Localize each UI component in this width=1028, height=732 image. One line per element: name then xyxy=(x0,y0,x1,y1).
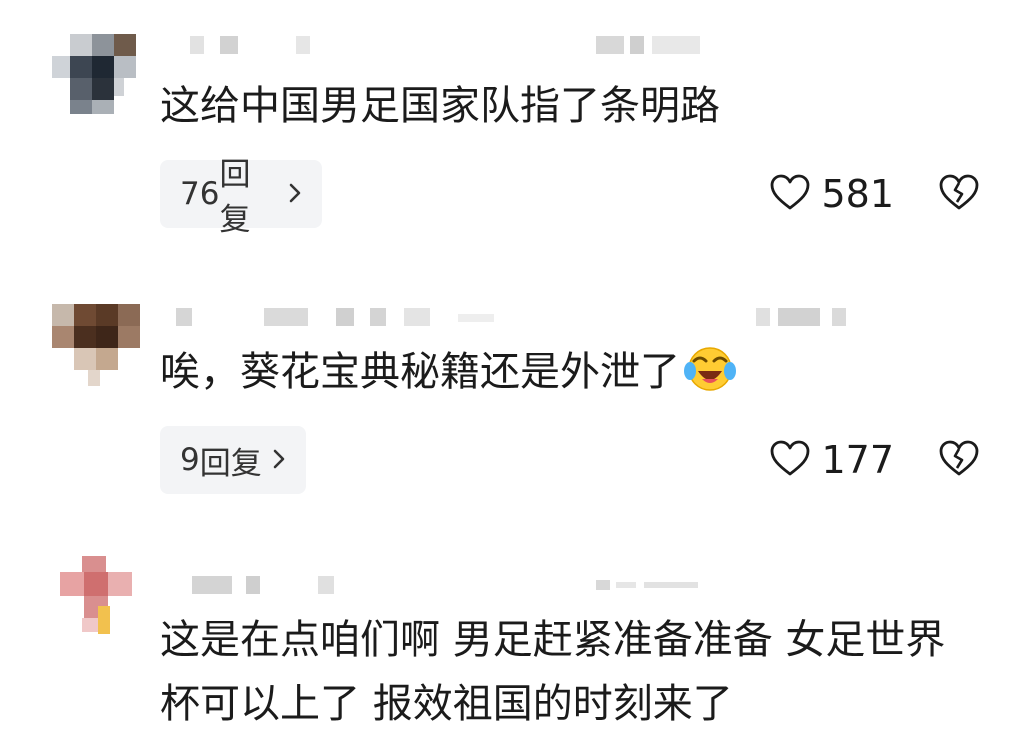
comment-actions: 177 xyxy=(769,426,980,494)
username-blurred xyxy=(190,36,330,56)
username-blurred xyxy=(176,308,496,328)
comment-text-content: 唉，葵花宝典秘籍还是外泄了 xyxy=(160,349,680,395)
replies-count: 76 xyxy=(180,176,220,212)
replies-label: 回复 xyxy=(199,445,262,482)
comment-item: 这给中国男足国家队指了条明路 76 回复 581 xyxy=(0,0,1028,250)
comment-text: 这给中国男足国家队指了条明路 xyxy=(160,83,720,129)
like-count: 581 xyxy=(821,172,894,216)
laughing-crying-emoji xyxy=(684,345,736,408)
broken-heart-icon xyxy=(938,439,980,481)
heart-outline-icon xyxy=(769,173,811,215)
comment-text: 唉，葵花宝典秘籍还是外泄了 xyxy=(160,344,736,408)
like-button[interactable]: 177 xyxy=(769,438,894,482)
dislike-button[interactable] xyxy=(938,439,980,481)
avatar[interactable] xyxy=(52,556,140,644)
view-replies-button[interactable]: 9 回复 xyxy=(160,426,306,494)
replies-count: 9 xyxy=(180,442,200,478)
comment-item: 唉，葵花宝典秘籍还是外泄了 9 回复 177 xyxy=(0,280,1028,520)
heart-outline-icon xyxy=(769,439,811,481)
replies-label: 回复 xyxy=(219,157,251,238)
username-blurred xyxy=(192,576,352,596)
comment-item: 这是在点咱们啊 男足赶紧准备准备 女足世界 杯可以上了 报效祖国的时刻来了 xyxy=(0,550,1028,727)
timestamp-blurred xyxy=(596,576,706,596)
timestamp-blurred xyxy=(756,308,866,328)
like-button[interactable]: 581 xyxy=(769,172,894,216)
broken-heart-icon xyxy=(938,173,980,215)
avatar[interactable] xyxy=(52,30,140,118)
view-replies-button[interactable]: 76 回复 xyxy=(160,157,322,238)
comment-actions: 581 xyxy=(769,160,980,228)
dislike-button[interactable] xyxy=(938,173,980,215)
like-count: 177 xyxy=(821,438,894,482)
avatar[interactable] xyxy=(52,302,140,390)
chevron-right-icon xyxy=(272,443,286,478)
comment-text-line-1: 这是在点咱们啊 男足赶紧准备准备 女足世界 xyxy=(160,617,946,663)
chevron-right-icon xyxy=(288,177,302,212)
timestamp-blurred xyxy=(596,36,706,56)
comment-text-line-2: 杯可以上了 报效祖国的时刻来了 xyxy=(160,681,733,727)
